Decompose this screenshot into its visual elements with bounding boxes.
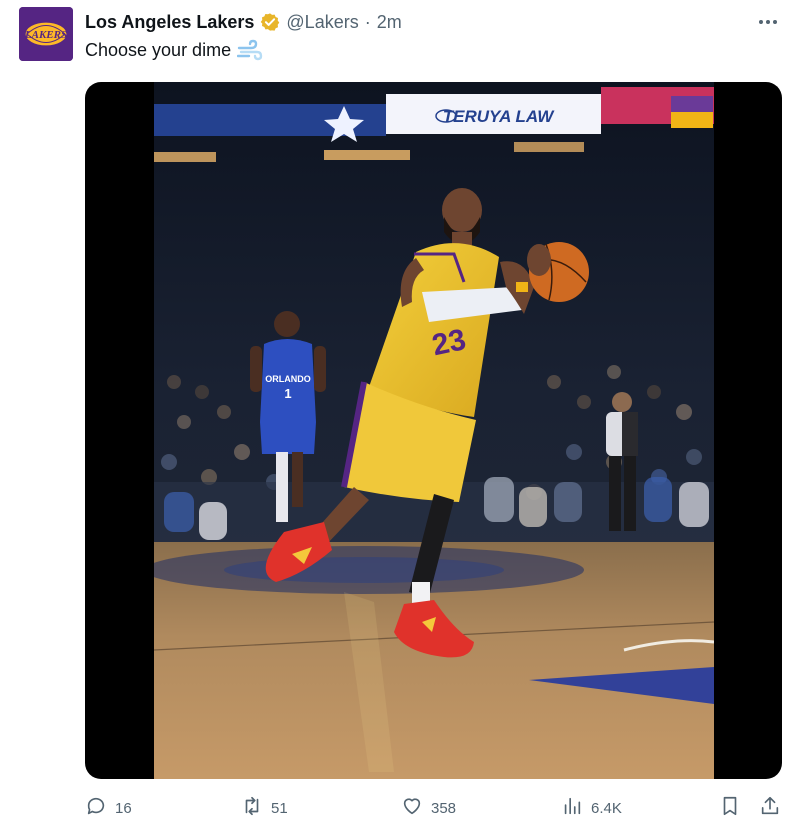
repost-icon bbox=[241, 795, 263, 821]
tweet[interactable]: LAKERS Los Angeles Lakers @Lakers · 2m C… bbox=[0, 0, 800, 839]
verified-badge-icon[interactable] bbox=[260, 12, 280, 32]
handle[interactable]: @Lakers bbox=[286, 12, 358, 33]
bookmark-icon bbox=[719, 795, 741, 821]
avatar[interactable]: LAKERS bbox=[19, 7, 73, 61]
tweet-media[interactable]: TERUYA LAW ORLANDO 1 23 bbox=[85, 82, 782, 779]
share-icon bbox=[759, 795, 781, 821]
reply-icon bbox=[85, 795, 107, 821]
tweet-header: Los Angeles Lakers @Lakers · 2m bbox=[85, 10, 402, 34]
player-jersey-number: 23 bbox=[429, 323, 469, 362]
like-count: 358 bbox=[431, 799, 457, 817]
banner-text: TERUYA LAW bbox=[443, 107, 555, 126]
opponent-jersey-text: ORLANDO bbox=[265, 374, 311, 384]
display-name[interactable]: Los Angeles Lakers bbox=[85, 12, 254, 33]
video-frame: TERUYA LAW ORLANDO 1 23 bbox=[154, 82, 714, 779]
tweet-text: Choose your dime bbox=[85, 39, 232, 60]
avatar-logo-text: LAKERS bbox=[24, 29, 67, 41]
dash-emoji-icon bbox=[237, 39, 263, 61]
tweet-text-row: Choose your dime bbox=[85, 39, 263, 61]
opponent-jersey-number: 1 bbox=[284, 386, 291, 401]
repost-count: 51 bbox=[271, 799, 288, 817]
action-bar: 16 51 358 6.4K bbox=[0, 790, 800, 830]
reply-count: 16 bbox=[115, 799, 132, 817]
like-icon bbox=[401, 795, 423, 821]
timestamp[interactable]: 2m bbox=[377, 12, 402, 33]
views-icon bbox=[561, 795, 583, 821]
share-button[interactable] bbox=[759, 790, 781, 826]
bookmark-button[interactable] bbox=[719, 790, 741, 826]
views-button[interactable]: 6.4K bbox=[561, 790, 622, 826]
separator-dot: · bbox=[364, 11, 371, 32]
lakers-logo: LAKERS bbox=[19, 7, 73, 61]
reply-button[interactable]: 16 bbox=[85, 790, 132, 826]
more-icon[interactable] bbox=[754, 10, 782, 34]
views-count: 6.4K bbox=[591, 799, 622, 817]
repost-button[interactable]: 51 bbox=[241, 790, 288, 826]
like-button[interactable]: 358 bbox=[401, 790, 456, 826]
